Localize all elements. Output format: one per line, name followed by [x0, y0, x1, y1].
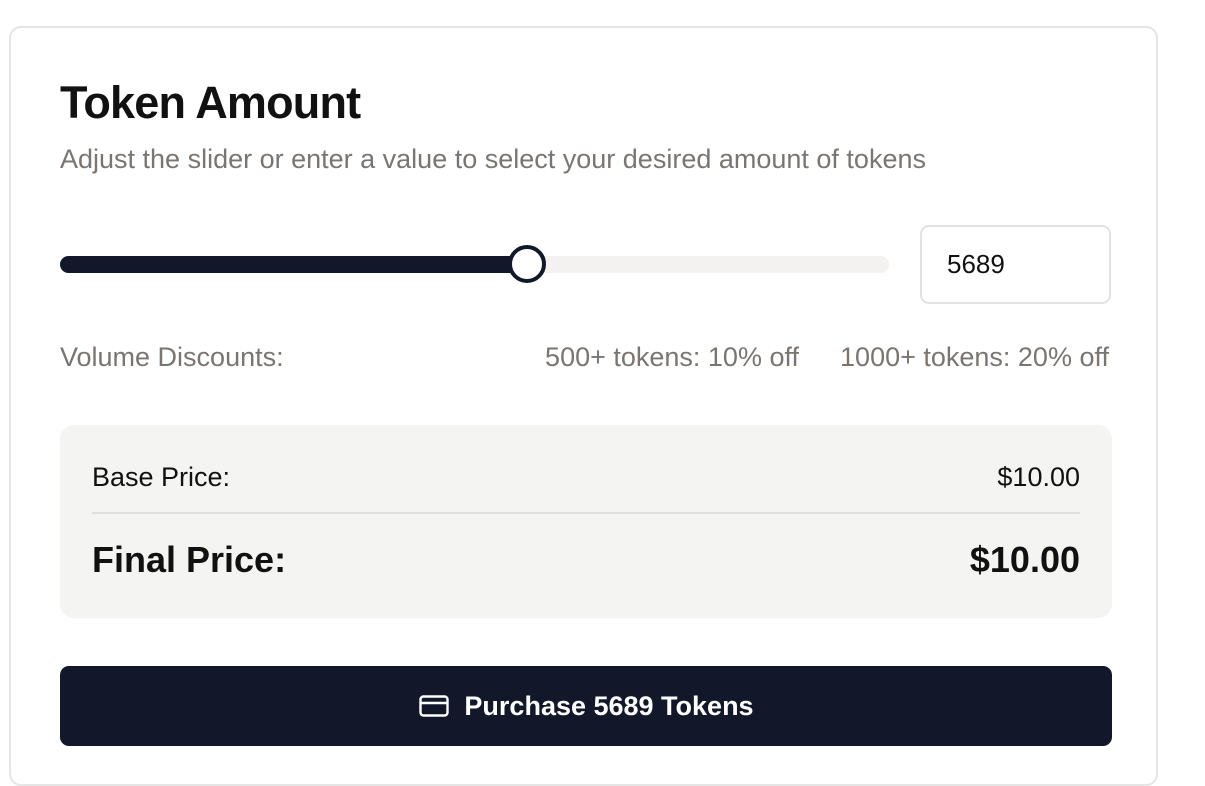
token-amount-input[interactable] — [920, 225, 1111, 304]
slider-thumb[interactable] — [507, 245, 546, 283]
purchase-button[interactable]: Purchase 5689 Tokens — [60, 666, 1112, 746]
credit-card-icon — [418, 694, 450, 718]
page-subtitle: Adjust the slider or enter a value to se… — [60, 144, 926, 174]
discount-tier-500: 500+ tokens: 10% off — [545, 342, 799, 372]
volume-discounts-label: Volume Discounts: — [60, 342, 284, 372]
discount-tier-1000: 1000+ tokens: 20% off — [840, 342, 1109, 372]
purchase-button-label: Purchase 5689 Tokens — [464, 690, 754, 721]
page-title: Token Amount — [60, 77, 361, 128]
token-amount-slider[interactable] — [60, 244, 889, 286]
final-price-label: Final Price: — [92, 539, 287, 580]
price-divider — [92, 512, 1080, 514]
slider-fill — [60, 256, 527, 273]
base-price-value: $10.00 — [997, 462, 1080, 492]
base-price-label: Base Price: — [92, 462, 231, 492]
price-summary: Base Price: $10.00 Final Price: $10.00 — [60, 425, 1112, 618]
token-purchase-card: Token Amount Adjust the slider or enter … — [9, 26, 1158, 786]
final-price-value: $10.00 — [969, 539, 1080, 580]
